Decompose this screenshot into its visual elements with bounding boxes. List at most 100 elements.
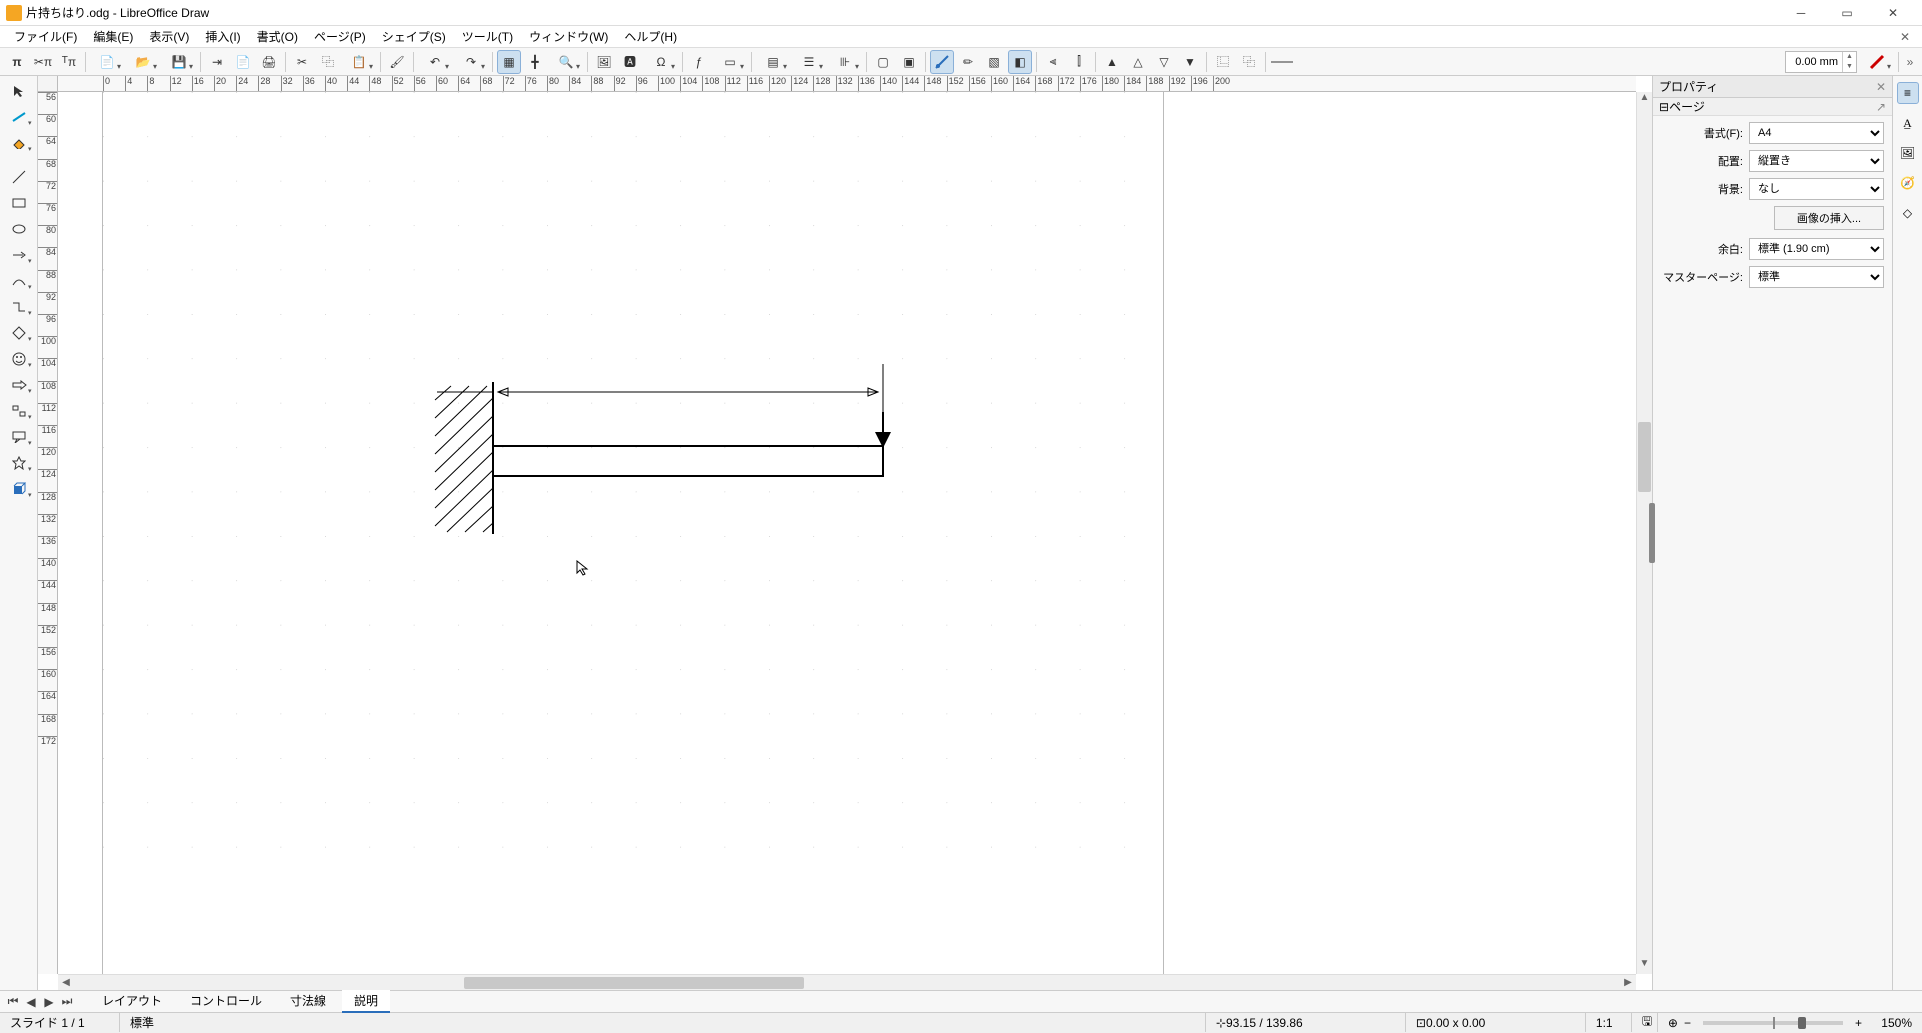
send-back-button[interactable]: ▼	[1178, 50, 1202, 74]
draw-functions-button[interactable]: ◧	[1008, 50, 1032, 74]
scroll-left-arrow[interactable]: ◀	[58, 977, 74, 988]
menu-tools[interactable]: ツール(T)	[454, 26, 521, 47]
callout-tool[interactable]	[5, 426, 33, 448]
menu-shape[interactable]: シェイプ(S)	[374, 26, 454, 47]
menu-help[interactable]: ヘルプ(H)	[616, 26, 685, 47]
shapes-tab-icon[interactable]: ◇	[1897, 202, 1919, 224]
select-background[interactable]: なし	[1749, 178, 1884, 200]
canvas-viewport[interactable]	[58, 92, 1636, 974]
line-color-tool[interactable]	[5, 106, 33, 128]
paste-button[interactable]: 📋	[342, 50, 376, 74]
arrange-button[interactable]: ☰	[792, 50, 826, 74]
vscroll-thumb[interactable]	[1638, 422, 1651, 492]
drawing-page[interactable]	[103, 92, 1163, 974]
line-style-button[interactable]	[1270, 50, 1294, 74]
horizontal-scrollbar[interactable]: ◀ ▶	[58, 974, 1636, 990]
insert-image-button-sidebar[interactable]: 画像の挿入...	[1774, 206, 1884, 230]
zoom-value[interactable]: 150%	[1868, 1016, 1912, 1030]
zoom-slider[interactable]	[1703, 1021, 1843, 1025]
formula-pi-icon[interactable]: π	[5, 50, 29, 74]
toolbar-overflow[interactable]: »	[1902, 55, 1918, 69]
crop-button[interactable]: ▣	[897, 50, 921, 74]
undo-button[interactable]: ↶	[418, 50, 452, 74]
block-arrow-tool[interactable]	[5, 374, 33, 396]
horizontal-ruler[interactable]: 0481216202428323640444852566064687276808…	[58, 76, 1636, 92]
ellipse-tool[interactable]	[5, 218, 33, 240]
menu-view[interactable]: 表示(V)	[141, 26, 197, 47]
scroll-right-arrow[interactable]: ▶	[1620, 977, 1636, 988]
glue-points-button[interactable]: ✏	[956, 50, 980, 74]
align-button[interactable]: ▤	[756, 50, 790, 74]
maximize-button[interactable]: ▭	[1824, 0, 1870, 26]
select-tool[interactable]	[5, 80, 33, 102]
next-slide-button[interactable]: ▶	[40, 993, 58, 1011]
grid-button[interactable]: ▦	[497, 50, 521, 74]
select-orientation[interactable]: 縦置き	[1749, 150, 1884, 172]
bring-front-button[interactable]: ▲	[1100, 50, 1124, 74]
select-margin[interactable]: 標準 (1.90 cm)	[1749, 238, 1884, 260]
group-button[interactable]: ⿺	[1211, 50, 1235, 74]
distribute-button[interactable]: ⊪	[828, 50, 862, 74]
line-width-spinner[interactable]: ▲▼	[1785, 51, 1857, 73]
prev-slide-button[interactable]: ◀	[22, 993, 40, 1011]
line-width-input[interactable]	[1786, 54, 1842, 70]
menu-window[interactable]: ウィンドウ(W)	[521, 26, 616, 47]
sidebar-drag-handle[interactable]	[1649, 503, 1655, 563]
ungroup-button[interactable]: ⿻	[1237, 50, 1261, 74]
menu-edit[interactable]: 編集(E)	[85, 26, 141, 47]
redo-button[interactable]: ↷	[454, 50, 488, 74]
bring-forward-button[interactable]: △	[1126, 50, 1150, 74]
zoom-handle[interactable]	[1798, 1017, 1806, 1029]
snap-guides-button[interactable]: ╋	[523, 50, 547, 74]
menu-file[interactable]: ファイル(F)	[6, 26, 85, 47]
3d-tool[interactable]	[5, 478, 33, 500]
edit-points-button[interactable]	[930, 50, 954, 74]
cut-button[interactable]: ✂︎	[290, 50, 314, 74]
status-ratio[interactable]: 1:1	[1586, 1013, 1632, 1032]
minimize-button[interactable]: ─	[1778, 0, 1824, 26]
sidebar-close-button[interactable]: ✕	[1876, 80, 1886, 94]
clone-format-button[interactable]: 🖌	[385, 50, 409, 74]
sidebar-section-more[interactable]: ↗	[1876, 100, 1886, 114]
last-slide-button[interactable]: ⏭	[58, 993, 76, 1011]
fontwork-button[interactable]: ƒ	[687, 50, 711, 74]
select-format[interactable]: A4	[1749, 122, 1884, 144]
flowchart-tool[interactable]	[5, 400, 33, 422]
copy-button[interactable]: ⿻	[316, 50, 340, 74]
fit-page-icon[interactable]: ⊕	[1668, 1016, 1678, 1030]
save-doc-button[interactable]: 💾	[162, 50, 196, 74]
styles-tab-icon[interactable]: A̲	[1897, 112, 1919, 134]
basic-shapes-tool[interactable]	[5, 322, 33, 344]
menu-page[interactable]: ページ(P)	[306, 26, 374, 47]
insert-image-button[interactable]: 🖼	[592, 50, 616, 74]
symbol-shapes-tool[interactable]	[5, 348, 33, 370]
shadow-button[interactable]: ▢	[871, 50, 895, 74]
new-doc-button[interactable]: 📄	[90, 50, 124, 74]
line-color-button[interactable]	[1860, 50, 1894, 74]
zoom-button[interactable]: 🔍	[549, 50, 583, 74]
scroll-down-arrow[interactable]: ▼	[1637, 958, 1652, 974]
insert-special-char-button[interactable]: Ω	[644, 50, 678, 74]
star-tool[interactable]	[5, 452, 33, 474]
first-slide-button[interactable]: ⏮	[4, 993, 22, 1011]
status-save-icon[interactable]: 🖫	[1632, 1013, 1658, 1032]
tab-description[interactable]: 説明	[342, 990, 390, 1013]
insert-hyperlink-button[interactable]: ▭	[713, 50, 747, 74]
spin-up[interactable]: ▲	[1842, 52, 1856, 62]
insert-textbox-button[interactable]: 🅰	[618, 50, 642, 74]
fill-color-tool[interactable]	[5, 132, 33, 154]
navigator-tab-icon[interactable]: 🧭	[1897, 172, 1919, 194]
export-button[interactable]: ⇥	[205, 50, 229, 74]
open-doc-button[interactable]: 📂	[126, 50, 160, 74]
gallery-tab-icon[interactable]: 🖼	[1897, 142, 1919, 164]
tab-control[interactable]: コントロール	[178, 990, 274, 1013]
tab-layout[interactable]: レイアウト	[90, 990, 174, 1013]
rect-tool[interactable]	[5, 192, 33, 214]
doc-close-button[interactable]: ✕	[1894, 28, 1916, 46]
menu-insert[interactable]: 挿入(I)	[197, 26, 248, 47]
zoom-in-button[interactable]: +	[1855, 1016, 1862, 1030]
scroll-up-arrow[interactable]: ▲	[1637, 92, 1652, 108]
spin-down[interactable]: ▼	[1842, 62, 1856, 72]
print-button[interactable]: 🖨	[257, 50, 281, 74]
properties-tab-icon[interactable]: ≡	[1897, 82, 1919, 104]
